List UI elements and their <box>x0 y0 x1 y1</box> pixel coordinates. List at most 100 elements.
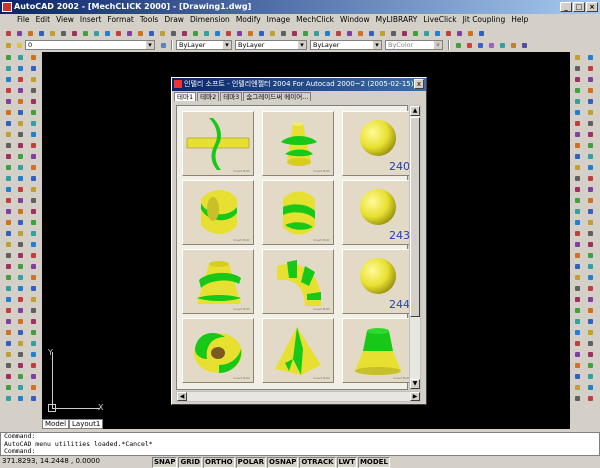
toolbar-tool-icon[interactable] <box>421 28 431 38</box>
tab-layout1[interactable]: Layout1 <box>69 419 104 429</box>
toolbar-tool-icon[interactable] <box>15 195 26 205</box>
toolbar-tool-icon[interactable] <box>28 195 39 205</box>
toolbar-tool-icon[interactable] <box>572 349 583 359</box>
toolbar-tool-icon[interactable] <box>585 393 596 403</box>
gallery-item-cylinder-helix[interactable]: Insert Both <box>182 180 254 245</box>
toolbar-tool-icon[interactable] <box>585 195 596 205</box>
toolbar-tool-icon[interactable] <box>28 338 39 348</box>
toolbar-tool-icon[interactable] <box>585 96 596 106</box>
toolbar-tool-icon[interactable] <box>28 250 39 260</box>
toolbar-tool-icon[interactable] <box>585 294 596 304</box>
toolbar-tool-icon[interactable] <box>3 151 14 161</box>
toolbar-tool-icon[interactable] <box>15 173 26 183</box>
command-line[interactable]: Command: AutoCAD menu utilities loaded.*… <box>0 432 600 456</box>
toolbar-tool-icon[interactable] <box>15 316 26 326</box>
toolbar-tool-icon[interactable] <box>585 316 596 326</box>
osnap-toggle[interactable]: OSNAP <box>267 457 299 468</box>
toolbar-tool-icon[interactable] <box>3 217 14 227</box>
toolbar-tool-icon[interactable] <box>3 96 14 106</box>
menu-image[interactable]: Image <box>264 14 294 26</box>
minimize-button[interactable]: _ <box>560 2 572 12</box>
toolbar-tool-icon[interactable] <box>3 52 14 62</box>
toolbar-tool-icon[interactable] <box>572 85 583 95</box>
toolbar-tool-icon[interactable] <box>585 349 596 359</box>
toolbar-tool-icon[interactable] <box>15 283 26 293</box>
toolbar-tool-icon[interactable] <box>3 316 14 326</box>
toolbar-tool-icon[interactable] <box>585 338 596 348</box>
toolbar-tool-icon[interactable] <box>585 382 596 392</box>
toolbar-tool-icon[interactable] <box>585 283 596 293</box>
extra-tool-icon[interactable] <box>508 40 518 50</box>
toolbar-tool-icon[interactable] <box>267 28 277 38</box>
toolbar-tool-icon[interactable] <box>399 28 409 38</box>
toolbar-tool-icon[interactable] <box>572 327 583 337</box>
extra-tool-icon[interactable] <box>497 40 507 50</box>
gallery-item-cylinder-band[interactable]: Insert Both <box>262 180 334 245</box>
layer-manager-icon[interactable] <box>3 40 13 50</box>
toolbar-tool-icon[interactable] <box>3 294 14 304</box>
extra-tool-icon[interactable] <box>519 40 529 50</box>
toolbar-tool-icon[interactable] <box>28 173 39 183</box>
scroll-up-arrow-icon[interactable]: ▲ <box>410 106 420 116</box>
toolbar-tool-icon[interactable] <box>585 63 596 73</box>
toolbar-tool-icon[interactable] <box>28 118 39 128</box>
toolbar-tool-icon[interactable] <box>28 316 39 326</box>
toolbar-tool-icon[interactable] <box>585 184 596 194</box>
menu-jit-coupling[interactable]: Jit Coupling <box>460 14 509 26</box>
toolbar-tool-icon[interactable] <box>572 206 583 216</box>
lineweight-combo[interactable]: ByLayer <box>310 40 382 50</box>
close-button[interactable]: × <box>586 2 598 12</box>
toolbar-tool-icon[interactable] <box>28 283 39 293</box>
toolbar-tool-icon[interactable] <box>15 63 26 73</box>
toolbar-tool-icon[interactable] <box>585 85 596 95</box>
otrack-toggle[interactable]: OTRACK <box>299 457 336 468</box>
toolbar-tool-icon[interactable] <box>3 283 14 293</box>
toolbar-tool-icon[interactable] <box>585 206 596 216</box>
toolbar-tool-icon[interactable] <box>572 382 583 392</box>
toolbar-tool-icon[interactable] <box>28 85 39 95</box>
toolbar-tool-icon[interactable] <box>168 28 178 38</box>
tab-theme-2[interactable]: 테마2 <box>197 92 220 101</box>
toolbar-tool-icon[interactable] <box>3 63 14 73</box>
toolbar-tool-icon[interactable] <box>3 338 14 348</box>
scroll-down-arrow-icon[interactable]: ▼ <box>410 379 420 389</box>
toolbar-tool-icon[interactable] <box>15 151 26 161</box>
toolbar-tool-icon[interactable] <box>135 28 145 38</box>
toolbar-tool-icon[interactable] <box>572 360 583 370</box>
toolbar-tool-icon[interactable] <box>15 382 26 392</box>
menu-dimension[interactable]: Dimension <box>187 14 233 26</box>
toolbar-tool-icon[interactable] <box>28 184 39 194</box>
toolbar-tool-icon[interactable] <box>15 272 26 282</box>
toolbar-tool-icon[interactable] <box>3 360 14 370</box>
toolbar-tool-icon[interactable] <box>15 217 26 227</box>
toolbar-tool-icon[interactable] <box>28 206 39 216</box>
toolbar-tool-icon[interactable] <box>28 74 39 84</box>
toolbar-tool-icon[interactable] <box>410 28 420 38</box>
gallery-item-cone-spiral[interactable]: Insert Both <box>262 111 334 176</box>
toolbar-tool-icon[interactable] <box>585 162 596 172</box>
gallery-item-elbow-striped[interactable]: Insert Both <box>262 249 334 314</box>
toolbar-tool-icon[interactable] <box>15 118 26 128</box>
scroll-thumb[interactable] <box>410 117 420 317</box>
toolbar-tool-icon[interactable] <box>157 28 167 38</box>
toolbar-tool-icon[interactable] <box>585 74 596 84</box>
toolbar-tool-icon[interactable] <box>585 371 596 381</box>
gallery-item-sphere-244[interactable]: 244 <box>342 249 414 314</box>
toolbar-tool-icon[interactable] <box>3 349 14 359</box>
toolbar-tool-icon[interactable] <box>3 305 14 315</box>
ortho-toggle[interactable]: ORTHO <box>203 457 235 468</box>
toolbar-tool-icon[interactable] <box>585 140 596 150</box>
toolbar-tool-icon[interactable] <box>3 140 14 150</box>
toolbar-tool-icon[interactable] <box>572 162 583 172</box>
toolbar-tool-icon[interactable] <box>201 28 211 38</box>
toolbar-tool-icon[interactable] <box>15 371 26 381</box>
toolbar-tool-icon[interactable] <box>311 28 321 38</box>
toolbar-tool-icon[interactable] <box>388 28 398 38</box>
toolbar-tool-icon[interactable] <box>572 393 583 403</box>
tab-model[interactable]: Model <box>42 419 70 429</box>
toolbar-tool-icon[interactable] <box>15 162 26 172</box>
toolbar-tool-icon[interactable] <box>585 261 596 271</box>
toolbar-tool-icon[interactable] <box>190 28 200 38</box>
toolbar-tool-icon[interactable] <box>572 294 583 304</box>
toolbar-tool-icon[interactable] <box>572 261 583 271</box>
